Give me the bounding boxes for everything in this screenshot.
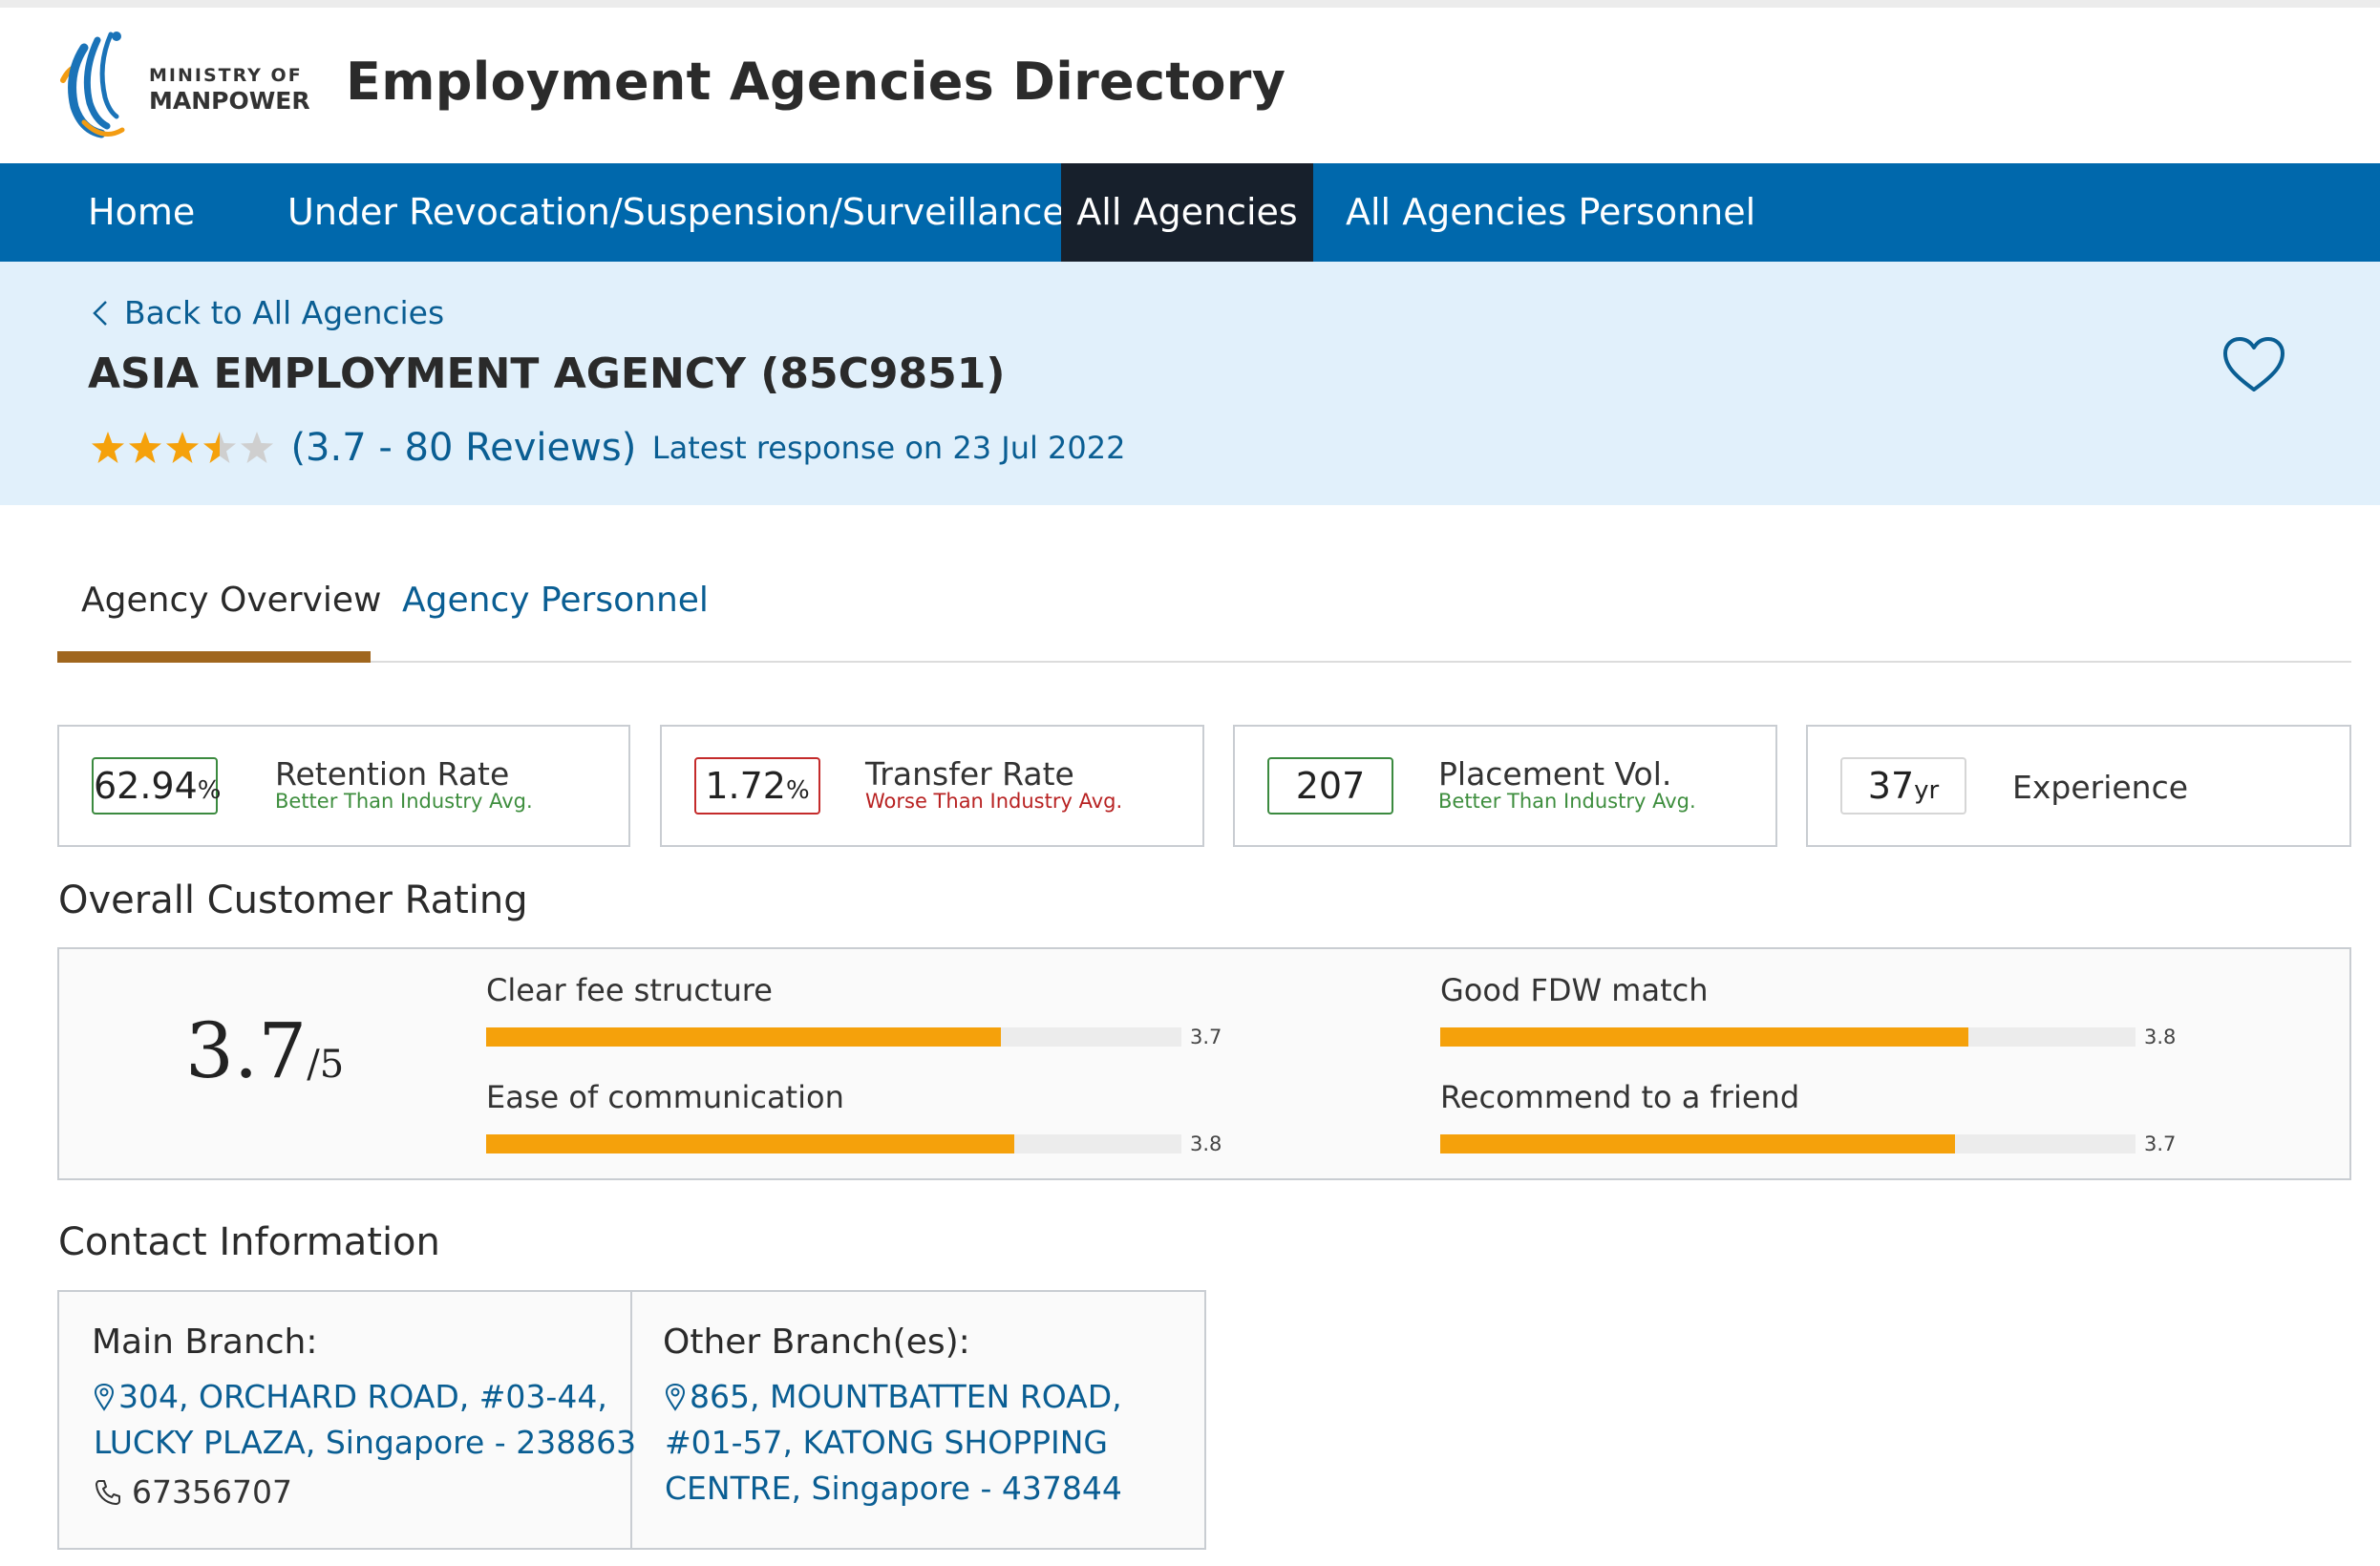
latest-response: Latest response on 23 Jul 2022	[651, 430, 1126, 466]
overall-score-value: 3.7	[185, 1006, 308, 1095]
other-branch-title: Other Branch(es):	[663, 1323, 970, 1362]
main-nav: Home Under Revocation/Suspension/Surveil…	[0, 163, 2380, 262]
customer-rating-title: Overall Customer Rating	[58, 878, 528, 922]
metric-bar-communication	[486, 1134, 1181, 1153]
chevron-left-icon	[93, 301, 107, 326]
other-branch-address-line-3[interactable]: CENTRE, Singapore - 437844	[665, 1470, 1122, 1507]
transfer-rate-unit: %	[785, 776, 810, 805]
site-header: MINISTRY OF MANPOWER Employment Agencies…	[0, 8, 2380, 163]
main-branch-phone-number: 67356707	[132, 1473, 292, 1511]
map-pin-icon	[665, 1383, 686, 1411]
stat-card-transfer: 1.72% Transfer Rate Worse Than Industry …	[660, 725, 1204, 847]
nav-under-revocation[interactable]: Under Revocation/Suspension/Surveillance	[287, 163, 1065, 262]
back-to-all-agencies-link[interactable]: Back to All Agencies	[90, 294, 444, 331]
mom-logo-icon	[60, 32, 125, 138]
contact-info-title: Contact Information	[58, 1220, 440, 1264]
agency-tabs: Agency Overview Agency Personnel	[57, 573, 2351, 663]
stat-card-retention: 62.94% Retention Rate Better Than Indust…	[57, 725, 630, 847]
experience-label: Experience	[2012, 769, 2189, 806]
placement-vol-value: 207	[1295, 765, 1366, 807]
placement-vol-label: Placement Vol.	[1438, 755, 1672, 793]
metric-label-recommend: Recommend to a friend	[1440, 1079, 1800, 1115]
agency-name: ASIA EMPLOYMENT AGENCY (85C9851)	[88, 349, 1006, 398]
nav-home[interactable]: Home	[53, 163, 229, 262]
favorite-heart-icon[interactable]	[2221, 336, 2286, 395]
retention-rate-unit: %	[197, 776, 222, 805]
metric-bar-fill	[1440, 1027, 1969, 1047]
experience-unit: yr	[1914, 776, 1940, 805]
main-address-line-1-text: 304, ORCHARD ROAD, #03-44,	[118, 1378, 607, 1415]
transfer-rate-value: 1.72	[705, 765, 786, 807]
other-branch-address-line-1[interactable]: 865, MOUNTBATTEN ROAD,	[665, 1378, 1122, 1415]
tab-agency-overview[interactable]: Agency Overview	[81, 581, 381, 620]
mom-logo[interactable]: MINISTRY OF MANPOWER	[55, 27, 310, 149]
stat-card-placement: 207 Placement Vol. Better Than Industry …	[1233, 725, 1777, 847]
site-title: Employment Agencies Directory	[346, 52, 1286, 112]
logo-line-2: MANPOWER	[149, 87, 310, 115]
transfer-rate-comparison: Worse Than Industry Avg.	[865, 790, 1123, 813]
other-address-line-1-text: 865, MOUNTBATTEN ROAD,	[690, 1378, 1122, 1415]
overall-score-max: /5	[307, 1043, 345, 1087]
retention-rate-label: Retention Rate	[275, 755, 510, 793]
nav-all-agencies-personnel[interactable]: All Agencies Personnel	[1346, 163, 1755, 262]
main-branch-phone[interactable]: 67356707	[94, 1473, 292, 1511]
metric-bar-recommend	[1440, 1134, 2136, 1153]
back-link-label: Back to All Agencies	[124, 294, 445, 331]
logo-line-1: MINISTRY OF	[149, 65, 303, 86]
placement-vol-comparison: Better Than Industry Avg.	[1438, 790, 1696, 813]
metric-bar-clear-fee	[486, 1027, 1181, 1047]
contact-panel: Main Branch: 304, ORCHARD ROAD, #03-44, …	[57, 1290, 1206, 1550]
retention-rate-value: 62.94	[94, 765, 198, 807]
agency-rating-row: (3.7 - 80 Reviews) Latest response on 23…	[90, 426, 1125, 474]
metric-value-communication: 3.8	[1190, 1132, 1222, 1155]
reviews-link[interactable]: (3.7 - 80 Reviews)	[290, 426, 636, 470]
customer-rating-panel: 3.7/5 Clear fee structure 3.7 Good FDW m…	[57, 947, 2351, 1180]
metric-value-fdw-match: 3.8	[2144, 1026, 2177, 1048]
agency-banner: Back to All Agencies ASIA EMPLOYMENT AGE…	[0, 262, 2380, 505]
experience-value: 37	[1867, 765, 1915, 807]
nav-all-agencies[interactable]: All Agencies	[1061, 163, 1313, 262]
phone-icon	[96, 1480, 120, 1505]
transfer-rate-badge: 1.72%	[694, 757, 820, 815]
tab-agency-personnel[interactable]: Agency Personnel	[402, 581, 709, 620]
metric-bar-fill	[486, 1027, 1001, 1047]
logo-text: MINISTRY OF MANPOWER	[149, 65, 310, 115]
experience-badge: 37yr	[1840, 757, 1966, 815]
main-branch-address-line-2[interactable]: LUCKY PLAZA, Singapore - 238863	[94, 1424, 636, 1461]
metric-label-fdw-match: Good FDW match	[1440, 972, 1709, 1008]
metric-bar-fill	[486, 1134, 1015, 1153]
main-branch-title: Main Branch:	[92, 1323, 318, 1362]
metric-value-recommend: 3.7	[2144, 1132, 2177, 1155]
map-pin-icon	[94, 1383, 115, 1411]
placement-vol-badge: 207	[1267, 757, 1393, 815]
active-tab-indicator	[57, 651, 371, 663]
metric-label-communication: Ease of communication	[486, 1079, 844, 1115]
metric-label-clear-fee: Clear fee structure	[486, 972, 773, 1008]
other-branch-address-line-2[interactable]: #01-57, KATONG SHOPPING	[665, 1424, 1108, 1461]
overall-score: 3.7/5	[185, 1006, 344, 1095]
retention-rate-comparison: Better Than Industry Avg.	[275, 790, 533, 813]
metric-bar-fdw-match	[1440, 1027, 2136, 1047]
main-branch-address-line-1[interactable]: 304, ORCHARD ROAD, #03-44,	[94, 1378, 607, 1415]
transfer-rate-label: Transfer Rate	[865, 755, 1074, 793]
top-strip	[0, 0, 2380, 8]
metric-value-clear-fee: 3.7	[1190, 1026, 1222, 1048]
contact-divider	[630, 1292, 632, 1548]
retention-rate-badge: 62.94%	[92, 757, 222, 815]
star-rating-icon	[92, 432, 273, 463]
metric-bar-fill	[1440, 1134, 1955, 1153]
stat-card-experience: 37yr Experience	[1806, 725, 2351, 847]
